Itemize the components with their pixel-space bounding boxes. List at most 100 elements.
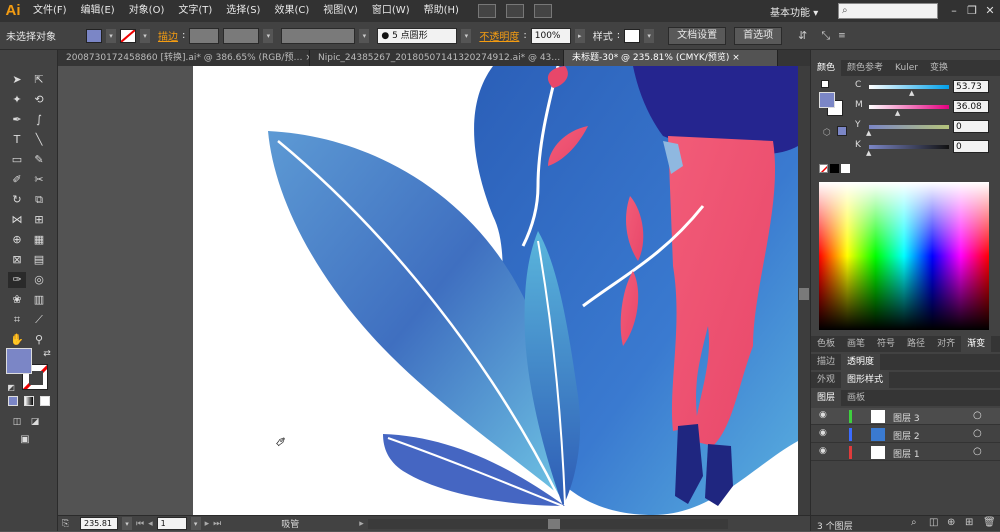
tab-color-guide[interactable]: 颜色参考 xyxy=(841,60,889,76)
prev-artboard-icon[interactable]: ◂ xyxy=(148,519,153,529)
restore-button[interactable]: ❐ xyxy=(964,3,980,19)
direct-selection-tool-icon[interactable]: ⇱ xyxy=(30,72,48,88)
artboard-tool-icon[interactable]: ⌗ xyxy=(8,312,26,328)
visibility-eye-icon[interactable]: ◉ xyxy=(819,410,827,420)
stroke-swatch[interactable] xyxy=(120,28,136,43)
menu-help[interactable]: 帮助(H) xyxy=(417,0,466,22)
clipping-mask-icon[interactable]: ◫ xyxy=(929,517,938,528)
draw-behind-icon[interactable]: ◪ xyxy=(26,414,44,430)
tab-layers[interactable]: 图层 xyxy=(811,390,842,406)
tab-artboards[interactable]: 画板 xyxy=(841,390,871,406)
default-colors-icon[interactable]: ◩ xyxy=(2,380,20,396)
style-swatch[interactable] xyxy=(624,28,641,43)
locate-object-icon[interactable]: ⌕ xyxy=(911,517,917,528)
next-artboard-icon[interactable]: ▸ xyxy=(205,519,210,529)
target-icon[interactable]: ○ xyxy=(973,428,982,439)
stroke-label[interactable]: 描边 xyxy=(158,28,178,43)
color-spectrum[interactable] xyxy=(819,182,989,330)
artboard-field[interactable]: 1 xyxy=(156,517,187,530)
pen-tool-icon[interactable]: ✒ xyxy=(8,112,26,128)
brush-definition-dropdown[interactable]: ▾ xyxy=(359,28,370,43)
fill-swatch[interactable] xyxy=(86,28,102,43)
layer-name[interactable]: 图层 2 xyxy=(893,429,920,442)
canvas-area[interactable]: ✑ xyxy=(58,66,798,515)
variable-width-field[interactable] xyxy=(223,27,260,44)
slider-track[interactable]: ▲ xyxy=(869,85,949,97)
brush-field[interactable]: ● 5 点圆形 xyxy=(377,27,458,44)
blend-tool-icon[interactable]: ◎ xyxy=(30,272,48,288)
gpu-performance-icon[interactable] xyxy=(533,4,552,18)
layer-row[interactable]: ◉ 图层 3 ○ xyxy=(811,408,1000,425)
tab-color[interactable]: 颜色 xyxy=(811,60,842,76)
scale-tool-icon[interactable]: ⧉ xyxy=(30,192,48,208)
width-tool-icon[interactable]: ⋈ xyxy=(8,212,26,228)
panel-menu-icon[interactable]: ≡ xyxy=(838,31,846,41)
slider-thumb[interactable]: ▲ xyxy=(895,109,900,117)
slider-thumb[interactable]: ▲ xyxy=(866,129,871,137)
white-swatch[interactable] xyxy=(841,164,850,173)
perspective-grid-tool-icon[interactable]: ▦ xyxy=(30,232,48,248)
opacity-label[interactable]: 不透明度 xyxy=(479,28,519,43)
layer-name[interactable]: 图层 1 xyxy=(893,447,920,460)
slider-value-field[interactable]: 36.08 xyxy=(953,100,989,113)
visibility-eye-icon[interactable]: ◉ xyxy=(819,446,827,456)
close-icon[interactable]: × xyxy=(732,53,740,63)
tab-graphic-styles[interactable]: 图形样式 xyxy=(841,372,890,388)
black-swatch[interactable] xyxy=(830,164,839,173)
slice-tool-icon[interactable]: ⟋ xyxy=(30,312,48,328)
screen-mode-icon[interactable]: ▣ xyxy=(16,432,34,448)
horizontal-scrollbar[interactable] xyxy=(367,518,728,529)
mesh-tool-icon[interactable]: ⊠ xyxy=(8,252,26,268)
swap-colors-icon[interactable]: ⇄ xyxy=(38,346,56,362)
hand-tool-icon[interactable]: ✋ xyxy=(8,332,26,348)
delete-layer-icon[interactable]: 🗑 xyxy=(983,517,996,528)
tab-brushes[interactable]: 画笔 xyxy=(841,336,871,352)
scrollbar-thumb[interactable] xyxy=(799,288,809,300)
menu-window[interactable]: 窗口(W) xyxy=(365,0,417,22)
zoom-dropdown[interactable]: ▾ xyxy=(122,517,132,530)
search-input[interactable]: ⌕ xyxy=(838,3,938,19)
opacity-field[interactable]: 100% xyxy=(530,27,571,44)
status-menu-icon[interactable]: ▸ xyxy=(359,519,364,529)
layer-name[interactable]: 图层 3 xyxy=(893,411,920,424)
preferences-button[interactable]: 首选项 xyxy=(734,26,783,45)
line-tool-icon[interactable]: ╲ xyxy=(30,132,48,148)
variable-width-dropdown[interactable]: ▾ xyxy=(263,28,274,43)
slider-thumb[interactable]: ▲ xyxy=(909,89,914,97)
tab-document-2[interactable]: Nipic_24385267_20180507141320274912.ai* … xyxy=(310,50,564,66)
stroke-dropdown[interactable]: ▾ xyxy=(140,28,150,43)
brush-dropdown[interactable]: ▾ xyxy=(461,28,472,43)
first-artboard-icon[interactable]: ⏮ xyxy=(136,519,144,529)
gradient-tool-icon[interactable]: ▤ xyxy=(30,252,48,268)
visibility-eye-icon[interactable]: ◉ xyxy=(819,428,827,438)
zoom-field[interactable]: 235.81 xyxy=(80,517,118,530)
tab-gradient[interactable]: 渐变 xyxy=(961,336,992,352)
layer-row[interactable]: ◉ 图层 1 ○ xyxy=(811,444,1000,461)
transform-icon[interactable]: ⤡ xyxy=(821,29,830,43)
tab-transparency[interactable]: 透明度 xyxy=(841,354,881,370)
slider-value-field[interactable]: 0 xyxy=(953,140,989,153)
slider-track[interactable]: ▲ xyxy=(866,125,949,137)
fill-dropdown[interactable]: ▾ xyxy=(106,28,116,43)
new-layer-icon[interactable]: ⊞ xyxy=(965,517,973,528)
column-graph-tool-icon[interactable]: ▥ xyxy=(30,292,48,308)
menu-object[interactable]: 对象(O) xyxy=(122,0,172,22)
tab-symbols[interactable]: 符号 xyxy=(871,336,901,352)
tab-swatches[interactable]: 色板 xyxy=(811,336,841,352)
last-artboard-icon[interactable]: ⏭ xyxy=(213,519,221,529)
paintbrush-tool-icon[interactable]: ✎ xyxy=(30,152,48,168)
document-setup-button[interactable]: 文档设置 xyxy=(668,26,727,45)
tab-kuler[interactable]: Kuler xyxy=(889,60,924,76)
tab-document-1[interactable]: 20087301724588​60 [转换].ai* @ 386.65% (RG… xyxy=(58,50,310,66)
slider-value-field[interactable]: 0 xyxy=(953,120,989,133)
last-color-swatch[interactable] xyxy=(837,126,847,136)
gradient-mode-icon[interactable] xyxy=(24,396,34,406)
shape-builder-tool-icon[interactable]: ⊕ xyxy=(8,232,26,248)
symbol-sprayer-tool-icon[interactable]: ❀ xyxy=(8,292,26,308)
curvature-tool-icon[interactable]: ∫ xyxy=(30,112,48,128)
selection-tool-icon[interactable]: ➤ xyxy=(8,72,26,88)
black-slider[interactable]: K ▲ 0 xyxy=(855,140,995,157)
style-dropdown[interactable]: ▾ xyxy=(644,28,655,43)
minimize-button[interactable]: – xyxy=(946,3,962,19)
arrange-documents-icon[interactable] xyxy=(505,4,524,18)
